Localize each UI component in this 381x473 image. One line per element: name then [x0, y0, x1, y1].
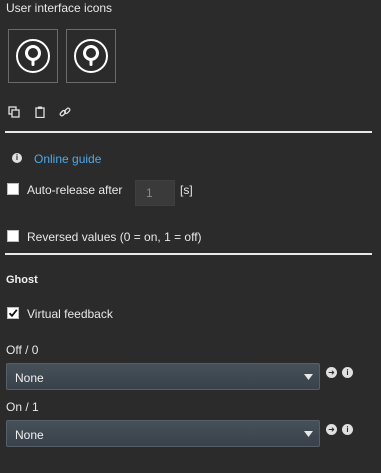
on-state-label: On / 1	[6, 400, 39, 414]
auto-release-unit: [s]	[180, 183, 193, 197]
icon-preview-on[interactable]	[66, 29, 116, 83]
goto-arrow-icon[interactable]: ➜	[326, 424, 337, 435]
reversed-values-label: Reversed values (0 = on, 1 = off)	[27, 230, 202, 244]
off-state-label: Off / 0	[6, 343, 39, 357]
copy-icon[interactable]	[8, 106, 20, 118]
keyhole-icon	[16, 39, 50, 73]
on-state-select-value: None	[15, 428, 44, 442]
divider	[5, 253, 372, 255]
keyhole-icon	[74, 39, 108, 73]
checkmark-icon	[8, 309, 18, 318]
clipboard-icon[interactable]	[34, 106, 46, 118]
ghost-heading: Ghost	[6, 274, 38, 286]
chevron-down-icon	[304, 431, 313, 437]
off-state-select-value: None	[15, 371, 44, 385]
off-state-select[interactable]: None	[6, 363, 320, 390]
reversed-values-checkbox[interactable]	[7, 230, 19, 242]
virtual-feedback-label: Virtual feedback	[27, 307, 113, 321]
link-icon[interactable]	[59, 106, 71, 118]
chevron-down-icon	[304, 374, 313, 380]
on-state-select[interactable]: None	[6, 420, 320, 447]
goto-arrow-icon[interactable]: ➜	[326, 367, 337, 378]
icon-preview-off[interactable]	[8, 29, 58, 83]
auto-release-seconds-input[interactable]	[135, 180, 175, 206]
auto-release-label: Auto-release after	[27, 183, 123, 197]
online-guide-link[interactable]: Online guide	[34, 152, 101, 166]
info-icon: i	[12, 153, 22, 163]
info-icon[interactable]: i	[342, 367, 353, 378]
virtual-feedback-checkbox[interactable]	[7, 307, 19, 319]
auto-release-checkbox[interactable]	[7, 183, 19, 195]
divider	[5, 131, 372, 133]
info-icon[interactable]: i	[342, 424, 353, 435]
section-title: User interface icons	[6, 1, 113, 15]
